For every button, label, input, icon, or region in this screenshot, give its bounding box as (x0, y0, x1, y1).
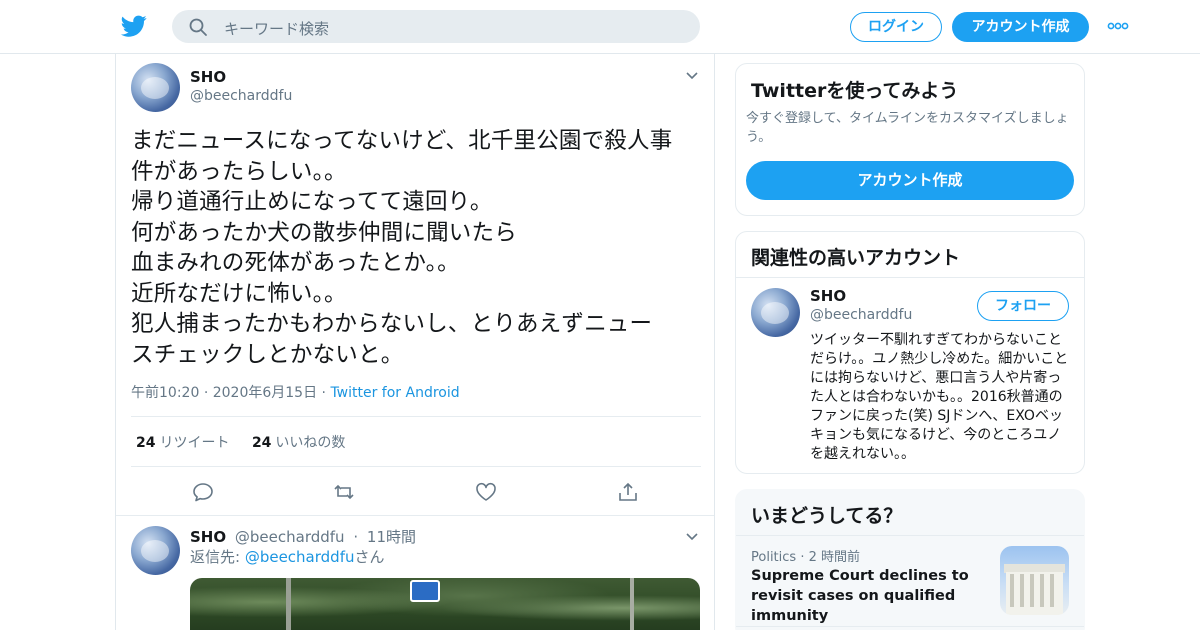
crosswalk-sign (410, 580, 440, 602)
signup-card-description: 今すぐ登録して、タイムラインをカスタマイズしましょう。 (746, 111, 1069, 145)
divider (736, 535, 1084, 536)
reply-to-link[interactable]: @beecharddfu (245, 548, 355, 566)
like-stat[interactable]: 24 いいねの数 (252, 435, 345, 451)
trend-meta: Politics · 2 時間前 (751, 546, 860, 565)
related-accounts-title: 関連性の高いアカウント (751, 247, 961, 269)
login-button[interactable]: ログイン (850, 12, 942, 42)
related-account-bio: ツイッター不馴れすぎてわからないことだらけ。。ユノ熱少し冷めた。細かいことには拘… (810, 332, 1069, 462)
reply-tweet-header: SHO @beecharddfu · 11時間 (190, 526, 416, 547)
reply-icon[interactable] (192, 482, 214, 502)
signup-card: Twitterを使ってみよう 今すぐ登録して、タイムラインをカスタマイズしましょ… (735, 63, 1085, 216)
reply-tweet-age[interactable]: 11時間 (367, 528, 416, 546)
signup-card-title: Twitterを使ってみよう (751, 80, 959, 102)
trend-category: Politics (751, 550, 797, 565)
separator-dot: · (353, 528, 359, 546)
related-account-handle[interactable]: @beecharddfu (810, 307, 912, 323)
tweet-photo[interactable] (190, 578, 700, 630)
tweet-column: SHO @beecharddfu まだニュースになってないけど、北千里公園で殺人… (115, 54, 715, 630)
tweet-author-name[interactable]: SHO (190, 68, 226, 86)
divider (131, 466, 701, 467)
tweet-date[interactable]: 2020年6月15日 (213, 385, 317, 401)
like-label: いいねの数 (275, 435, 346, 451)
trends-title: いまどうしてる？ (751, 505, 903, 527)
chevron-down-icon[interactable] (685, 71, 699, 81)
divider (736, 277, 1084, 278)
tweet-source-link[interactable]: Twitter for Android (330, 385, 459, 401)
tweet-text: まだニュースになってないけど、北千里公園で殺人事 件があったらしい。。 帰り道通… (131, 128, 673, 368)
avatar[interactable] (751, 288, 800, 337)
reply-prefix: 返信先: (190, 548, 245, 566)
related-account-name[interactable]: SHO (810, 287, 846, 305)
tweet-time[interactable]: 午前10:20 (131, 385, 199, 401)
signup-card-button[interactable]: アカウント作成 (746, 161, 1074, 200)
separator-dot: · (800, 550, 809, 565)
top-navigation-bar: キーワード検索 ログイン アカウント作成 (0, 0, 1200, 54)
photo-foliage (190, 578, 700, 630)
like-heart-icon[interactable] (475, 482, 497, 502)
search-icon (189, 18, 207, 36)
twitter-bird-logo-icon[interactable] (120, 13, 148, 39)
trend-headline[interactable]: Supreme Court declines to revisit cases … (751, 566, 991, 626)
follow-button[interactable]: フォロー (977, 291, 1069, 321)
building-column (1050, 574, 1054, 607)
retweet-count: 24 (136, 435, 156, 451)
building-column (1010, 574, 1014, 607)
share-icon[interactable] (617, 482, 639, 502)
search-box[interactable]: キーワード検索 (172, 10, 700, 43)
tweet-stats: 24 リツイート 24 いいねの数 (136, 432, 345, 452)
reply-suffix: さん (354, 548, 385, 566)
related-accounts-card: 関連性の高いアカウント SHO @beecharddfu フォロー ツイッター不… (735, 231, 1085, 474)
separator-dot: · (203, 385, 213, 401)
divider (116, 515, 714, 516)
avatar[interactable] (131, 526, 180, 575)
retweet-stat[interactable]: 24 リツイート (136, 435, 229, 451)
divider (131, 416, 701, 417)
building-column (1040, 574, 1044, 607)
signup-button[interactable]: アカウント作成 (952, 12, 1089, 42)
photo-pole (286, 578, 291, 630)
search-placeholder[interactable]: キーワード検索 (224, 18, 329, 39)
reply-to-line: 返信先: @beecharddfuさん (190, 546, 385, 567)
reply-author-handle[interactable]: @beecharddfu (235, 528, 345, 546)
chevron-down-icon[interactable] (685, 532, 699, 542)
building-column (1030, 574, 1034, 607)
like-count: 24 (251, 435, 272, 451)
trends-card: いまどうしてる？ Politics · 2 時間前 Supreme Court … (735, 489, 1085, 630)
building (1006, 572, 1063, 615)
trend-age: 2 時間前 (808, 550, 860, 565)
photo-pole (630, 578, 634, 630)
tweet-author-handle[interactable]: @beecharddfu (190, 88, 292, 104)
reply-author-name[interactable]: SHO (190, 528, 226, 546)
tweet-timestamp: 午前10:20 · 2020年6月15日 · Twitter for Andro… (131, 382, 460, 402)
more-options-icon[interactable] (1107, 19, 1129, 33)
building-column (1020, 574, 1024, 607)
retweet-label: リツイート (159, 435, 230, 451)
avatar[interactable] (131, 63, 180, 112)
divider (736, 626, 1084, 627)
retweet-icon[interactable] (333, 482, 355, 502)
trend-thumbnail[interactable] (1000, 546, 1069, 615)
